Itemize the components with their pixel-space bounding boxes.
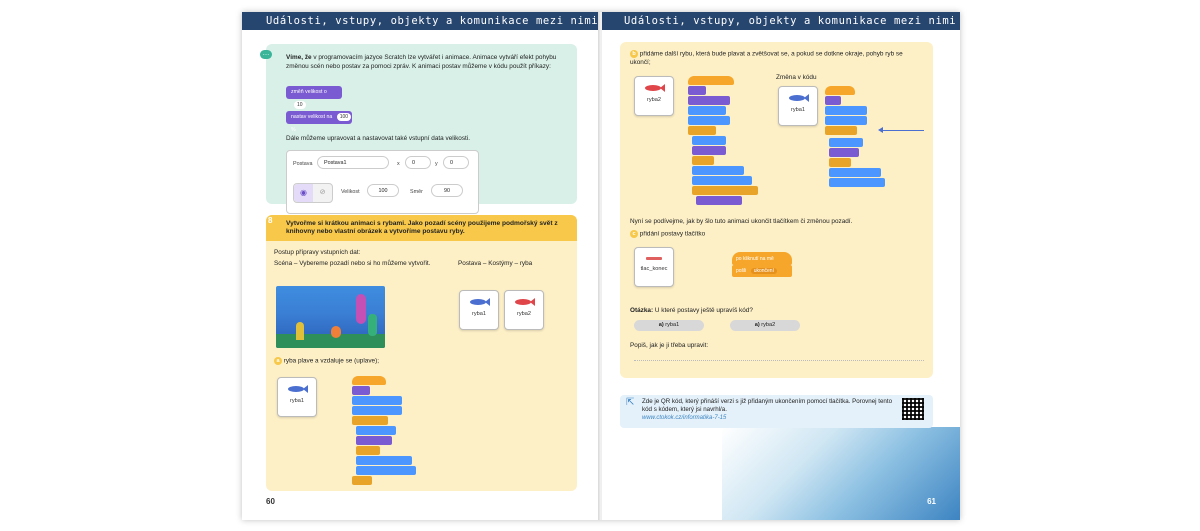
y-label: y	[435, 161, 438, 167]
sprite-thumb-ryba2[interactable]: ryba2	[634, 76, 674, 116]
sprite-name: tlac_konec	[640, 266, 668, 272]
smer-label: Směr	[410, 189, 423, 195]
code-stack-b	[688, 76, 768, 206]
step-text: přidání postavy tlačítko	[639, 230, 706, 238]
step-text: ryba plave a vzdaluje se (uplave);	[283, 357, 379, 365]
sprite-thumb-ryba1[interactable]: ryba1	[459, 290, 499, 330]
sprite-name: ryba2	[647, 97, 661, 103]
page-header: Události, vstupy, objekty a komunikace m…	[242, 12, 600, 30]
sprite-name: ryba2	[517, 311, 531, 317]
info-intro: Víme, že v programovacím jazyce Scratch …	[286, 54, 572, 71]
question-text: U které postavy ještě upravíš kód?	[653, 307, 753, 314]
set-size-block: nastav velikost na 100 %	[286, 111, 352, 133]
fish-icon	[789, 94, 809, 102]
task-number: 8	[268, 216, 273, 225]
block-value: 100	[336, 113, 352, 121]
qr-link[interactable]: www.ctokok.cz/informatika-7-15	[642, 415, 726, 421]
velikost-field[interactable]: 100	[367, 184, 399, 197]
broadcast-label: pošli	[736, 268, 747, 274]
when-clicked-block: po kliknutí na mě	[732, 252, 792, 265]
block-unit: %	[291, 127, 296, 133]
answer-a[interactable]: a) ryba1	[634, 320, 704, 331]
button-icon	[646, 257, 662, 260]
step-text: přidáme další rybu, která bude plavat a …	[630, 50, 903, 66]
sprite-name: ryba1	[791, 107, 805, 113]
sprite-thumb-button[interactable]: tlac_konec	[634, 247, 674, 287]
speech-bubble-icon: …	[260, 50, 272, 59]
code-stack-changed	[825, 86, 895, 206]
answer-text: ryba2	[759, 322, 776, 328]
show-toggle[interactable]: ◉ ⊘	[293, 183, 333, 203]
prep-title: Postup přípravy vstupních dat:	[274, 249, 361, 256]
step-c: c přidání postavy tlačítko	[630, 230, 705, 239]
intro-text: v programovacím jazyce Scratch lze vytvá…	[286, 54, 557, 70]
block-label: nastav velikost na	[291, 114, 333, 120]
qr-info-box: ⇱ Zde je QR kód, který přináší verzi s j…	[620, 395, 933, 428]
block-value: 10	[294, 101, 306, 109]
step-b: b přidáme další rybu, která bude plavat …	[630, 50, 920, 67]
y-field[interactable]: 0	[443, 156, 469, 169]
task-box: 8 Vytvořme si krátkou animaci s rybami. …	[266, 215, 577, 491]
sprite-thumb-ryba2[interactable]: ryba2	[504, 290, 544, 330]
change-size-block: změň velikost o 10	[286, 86, 342, 109]
fish-icon	[470, 298, 490, 306]
code-stack-a	[352, 376, 422, 488]
eye-off-icon[interactable]: ⊘	[313, 184, 332, 202]
sprite-thumb-ryba1[interactable]: ryba1	[277, 377, 317, 417]
underwater-scene-image	[276, 286, 385, 348]
fish-icon	[515, 298, 535, 306]
task-title-bar: 8 Vytvořme si krátkou animaci s rybami. …	[266, 215, 577, 241]
broadcast-value: ukončení	[750, 268, 777, 274]
cursor-icon: ⇱	[626, 397, 635, 408]
task-title: Vytvořme si krátkou animaci s rybami. Ja…	[286, 220, 558, 236]
question: Otázka: U které postavy ještě upravíš kó…	[630, 307, 753, 315]
intro-bold: Víme, že	[286, 54, 312, 61]
postava-field[interactable]: Postava1	[317, 156, 389, 169]
broadcast-block: pošli ukončení	[732, 265, 792, 277]
qr-code-icon[interactable]	[902, 398, 924, 420]
question-bold: Otázka:	[630, 307, 654, 314]
fish-icon	[288, 385, 308, 393]
answer-b[interactable]: a) ryba2	[730, 320, 800, 331]
x-label: x	[397, 161, 400, 167]
sprite-thumb-ryba1[interactable]: ryba1	[778, 86, 818, 126]
decorative-background	[722, 427, 960, 520]
sprite-name: ryba1	[472, 311, 486, 317]
answer-line[interactable]	[634, 360, 924, 361]
block-label: změň velikost o	[291, 89, 327, 95]
end-text: Nyní se podívejme, jak by šlo tuto anima…	[630, 218, 853, 225]
qr-text: Zde je QR kód, který přináší verzi s již…	[642, 398, 893, 413]
x-field[interactable]: 0	[405, 156, 431, 169]
sprite-name: ryba1	[290, 398, 304, 404]
right-page: Události, vstupy, objekty a komunikace m…	[602, 12, 960, 520]
change-label: Změna v kódu	[776, 74, 817, 81]
page-number: 60	[266, 497, 275, 506]
arrow-head-icon	[878, 127, 883, 133]
smer-field[interactable]: 90	[431, 184, 463, 197]
step-letter: a	[274, 357, 282, 365]
sprite-properties-panel: Postava Postava1 x 0 y 0 ◉ ⊘ Velikost 10…	[286, 150, 479, 214]
fish-icon	[645, 84, 665, 92]
eye-icon[interactable]: ◉	[294, 184, 313, 202]
page-number: 61	[927, 497, 936, 506]
step-letter: b	[630, 50, 638, 58]
postava-label: Postava	[293, 161, 313, 167]
scene-text: Scéna – Vybereme pozadí nebo si ho můžem…	[274, 260, 431, 267]
velikost-label: Velikost	[341, 189, 360, 195]
change-arrow	[882, 130, 924, 131]
answer-text: ryba1	[663, 322, 680, 328]
info-box: … Víme, že v programovacím jazyce Scratc…	[260, 44, 577, 214]
task-box-continued: b přidáme další rybu, která bude plavat …	[620, 42, 933, 378]
page-header: Události, vstupy, objekty a komunikace m…	[602, 12, 960, 30]
info-middle-text: Dále můžeme upravovat a nastavovat také …	[286, 135, 471, 142]
describe-text: Popiš, jak je ji třeba upravit:	[630, 342, 709, 349]
costume-text: Postava – Kostýmy – ryba	[458, 260, 533, 267]
textbook-spread: Události, vstupy, objekty a komunikace m…	[242, 12, 960, 520]
left-page: Události, vstupy, objekty a komunikace m…	[242, 12, 600, 520]
step-letter: c	[630, 230, 638, 238]
step-a: a ryba plave a vzdaluje se (uplave);	[274, 357, 379, 366]
